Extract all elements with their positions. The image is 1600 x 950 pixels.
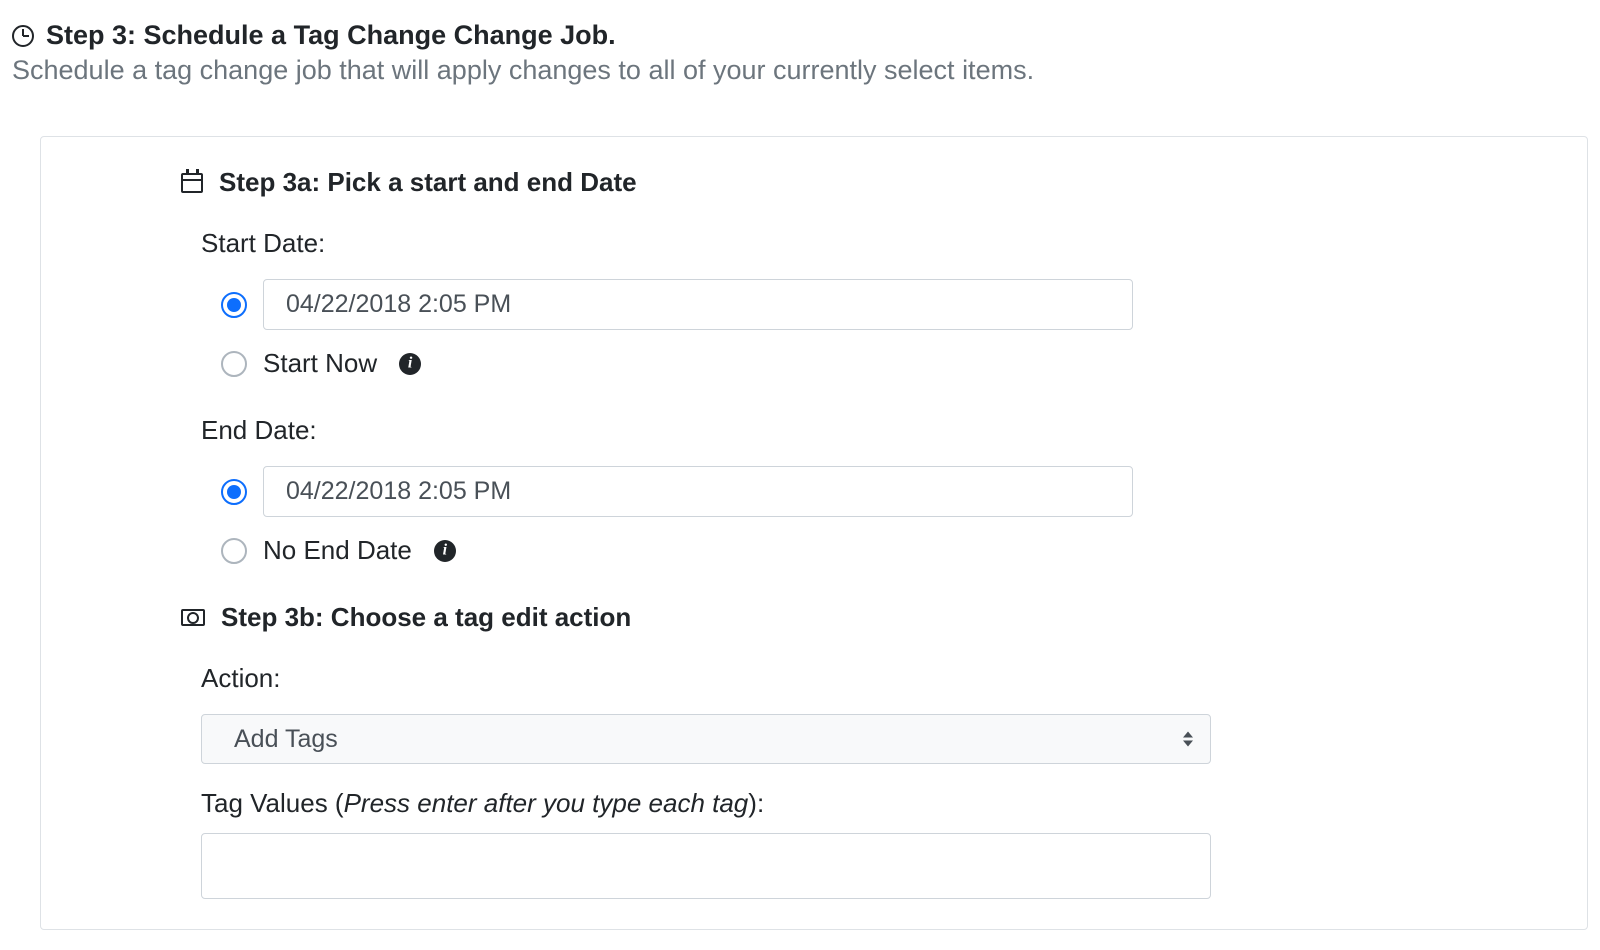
clock-icon: [12, 25, 34, 47]
no-end-date-radio[interactable]: [221, 538, 247, 564]
step3b-header: Step 3b: Choose a tag edit action: [181, 602, 1447, 633]
start-now-row: Start Now: [221, 348, 1447, 379]
start-date-specific-row: [221, 279, 1447, 330]
info-icon[interactable]: [399, 353, 421, 375]
start-now-label: Start Now: [263, 348, 377, 379]
start-date-input[interactable]: [263, 279, 1133, 330]
step3-header: Step 3: Schedule a Tag Change Change Job…: [12, 20, 1588, 51]
tag-values-input[interactable]: [201, 833, 1211, 899]
end-date-input[interactable]: [263, 466, 1133, 517]
tag-values-label-italic: Press enter after you type each tag: [344, 788, 749, 818]
step3a-header: Step 3a: Pick a start and end Date: [181, 167, 1447, 198]
end-date-specific-row: [221, 466, 1447, 517]
step3-title: Step 3: Schedule a Tag Change Change Job…: [46, 20, 616, 51]
start-date-specific-radio[interactable]: [221, 292, 247, 318]
no-end-date-row: No End Date: [221, 535, 1447, 566]
action-select[interactable]: Add Tags: [201, 714, 1211, 764]
end-date-label: End Date:: [201, 415, 1447, 446]
end-date-specific-radio[interactable]: [221, 479, 247, 505]
action-select-wrap: Add Tags: [201, 714, 1447, 764]
start-date-label: Start Date:: [201, 228, 1447, 259]
tag-values-label: Tag Values (Press enter after you type e…: [201, 788, 1447, 819]
money-icon: [181, 609, 205, 626]
step3-subtitle: Schedule a tag change job that will appl…: [12, 55, 1588, 86]
step3a-title: Step 3a: Pick a start and end Date: [219, 167, 637, 198]
action-label: Action:: [201, 663, 1447, 694]
calendar-icon: [181, 173, 203, 193]
tag-values-label-post: ):: [748, 788, 764, 818]
step3b-title: Step 3b: Choose a tag edit action: [221, 602, 631, 633]
schedule-card: Step 3a: Pick a start and end Date Start…: [40, 136, 1588, 930]
start-now-radio[interactable]: [221, 351, 247, 377]
tag-values-label-pre: Tag Values (: [201, 788, 344, 818]
no-end-date-label: No End Date: [263, 535, 412, 566]
info-icon[interactable]: [434, 540, 456, 562]
